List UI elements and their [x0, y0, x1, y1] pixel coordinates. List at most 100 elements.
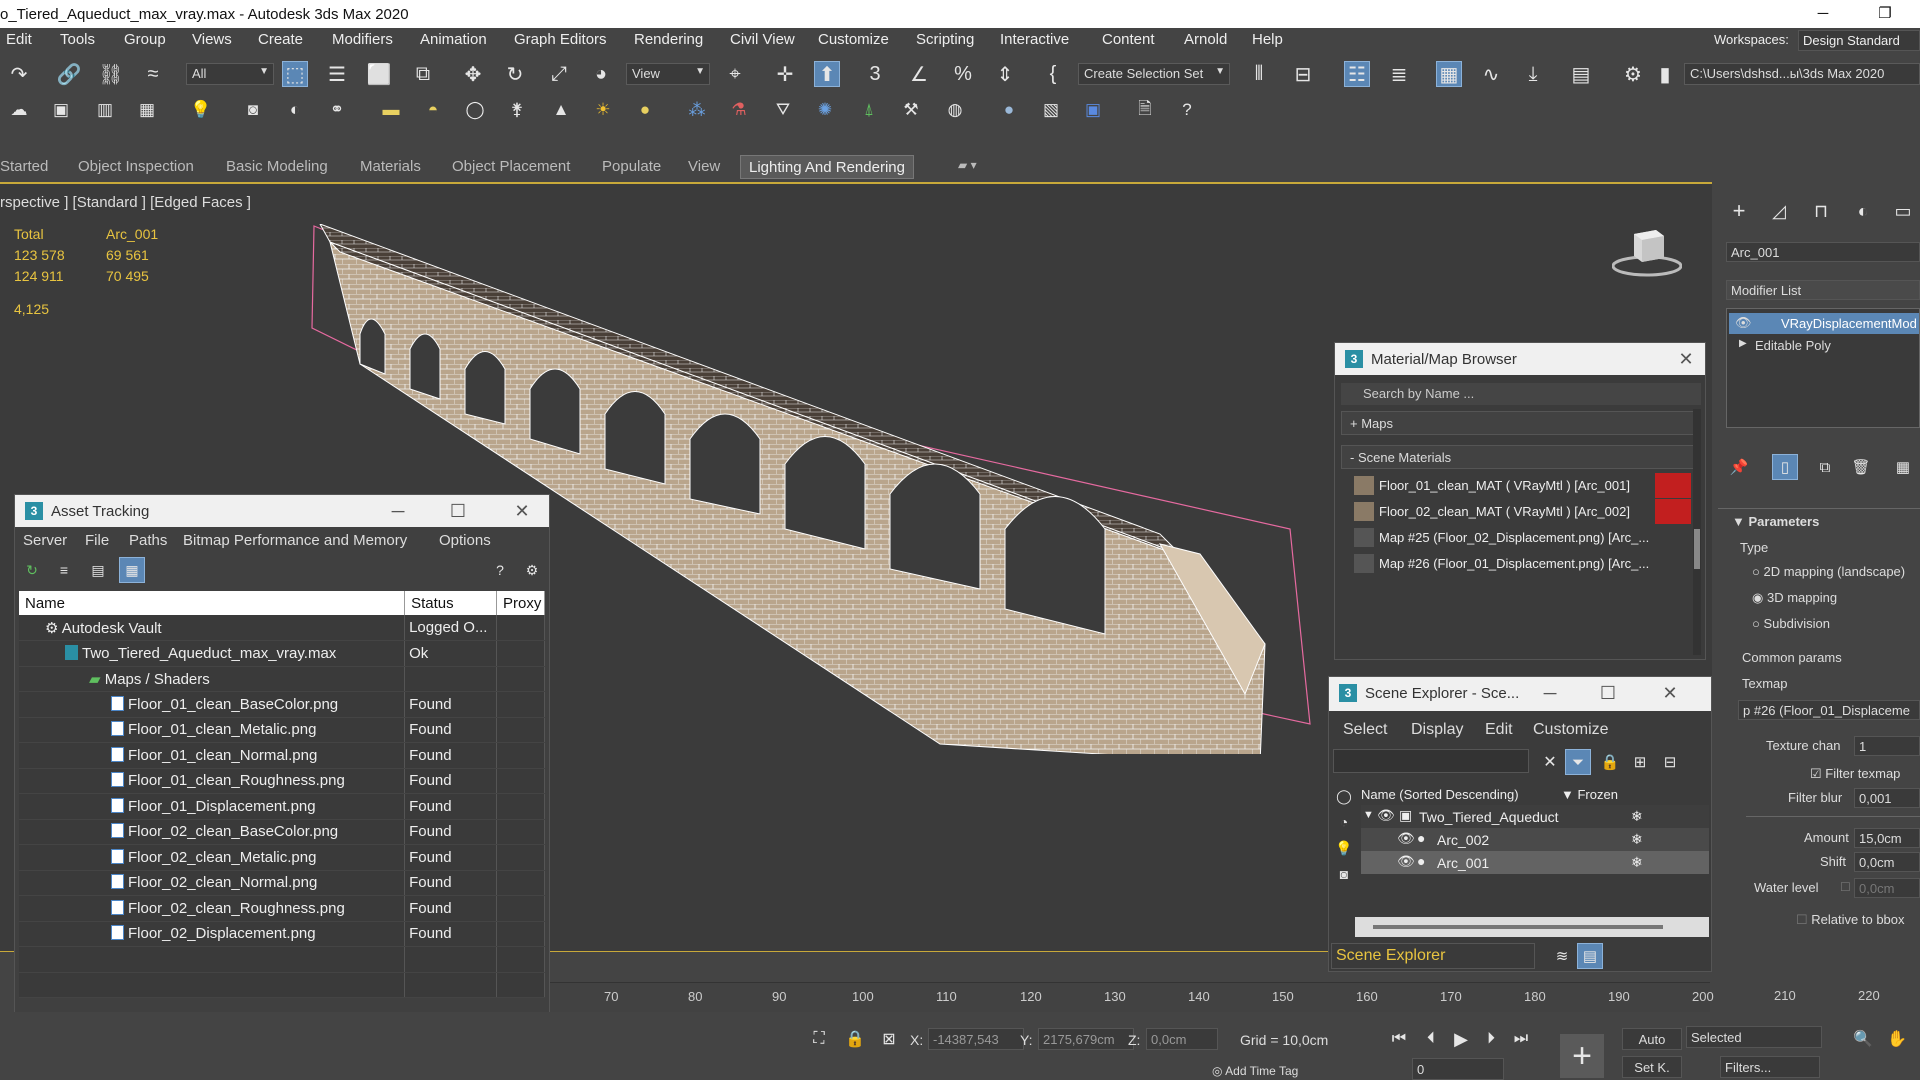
- list-item[interactable]: Floor_02_clean_MAT ( VRayMtl ) [Arc_002]: [1351, 499, 1691, 524]
- remove-modifier-icon[interactable]: 🗑: [1848, 454, 1874, 480]
- visibility-icon[interactable]: 👁: [1735, 315, 1752, 331]
- list-item[interactable]: Map #26 (Floor_01_Displacement.png) [Arc…: [1351, 551, 1691, 576]
- table-row[interactable]: Floor_02_clean_BaseColor.png Found: [19, 819, 545, 845]
- viewcube-icon[interactable]: [1612, 224, 1682, 279]
- tab-materials[interactable]: Materials: [360, 158, 421, 175]
- modify-tab-icon[interactable]: ◿: [1766, 198, 1792, 224]
- unlink-icon[interactable]: ⛓: [98, 61, 124, 87]
- next-frame-icon[interactable]: ⏵: [1478, 1026, 1504, 1052]
- filter-blur-input[interactable]: 0,001: [1854, 788, 1920, 808]
- clipper-icon[interactable]: ⚒: [898, 97, 924, 123]
- sphere-light-icon[interactable]: ◯: [462, 97, 488, 123]
- grid-icon[interactable]: ▦: [134, 97, 160, 123]
- tab-getting-started[interactable]: Started: [0, 158, 48, 175]
- render-frame-icon[interactable]: ▮: [1652, 61, 1678, 87]
- viewport-label[interactable]: rspective ] [Standard ] [Edged Faces ]: [0, 194, 251, 211]
- list-item[interactable]: Map #25 (Floor_02_Displacement.png) [Arc…: [1351, 525, 1691, 550]
- snaps-toggle-icon[interactable]: 3: [862, 61, 888, 87]
- scrollbar-thumb[interactable]: [1694, 529, 1700, 569]
- refresh-icon[interactable]: ↻: [19, 557, 45, 583]
- hierarchy-tab-icon[interactable]: ⊓: [1808, 198, 1834, 224]
- visibility-icon[interactable]: 👁: [1397, 830, 1415, 847]
- texmap-button[interactable]: p #26 (Floor_01_Displaceme: [1738, 700, 1920, 720]
- maximize-button[interactable]: ☐: [1597, 682, 1619, 704]
- radio-2d-mapping[interactable]: ○ 2D mapping (landscape): [1752, 564, 1905, 579]
- lock-icon[interactable]: 🔒: [1597, 749, 1623, 775]
- make-unique-icon[interactable]: ⧉: [1812, 454, 1838, 480]
- menu-file[interactable]: File: [85, 532, 109, 549]
- tree-item[interactable]: ▼ 👁 ▣ Two_Tiered_Aqueduct ❄: [1361, 805, 1709, 828]
- menu-animation[interactable]: Animation: [420, 31, 487, 48]
- go-to-end-icon[interactable]: ⏭: [1508, 1026, 1534, 1052]
- table-row[interactable]: Floor_02_clean_Roughness.png Found: [19, 895, 545, 922]
- previous-frame-icon[interactable]: ⏴: [1418, 1026, 1444, 1052]
- display-lights-icon[interactable]: 💡: [1331, 835, 1357, 861]
- scene-search-input[interactable]: [1333, 749, 1529, 773]
- menu-modifiers[interactable]: Modifiers: [332, 31, 393, 48]
- move-icon[interactable]: ✥: [460, 61, 486, 87]
- x-coordinate-field[interactable]: -14387,543: [928, 1028, 1024, 1050]
- table-view-icon[interactable]: ▦: [119, 557, 145, 583]
- tab-basic-modeling[interactable]: Basic Modeling: [226, 158, 328, 175]
- y-coordinate-field[interactable]: 2175,679cm: [1038, 1028, 1134, 1050]
- mirror-icon[interactable]: ⫴: [1246, 61, 1272, 87]
- add-time-tag-button[interactable]: ◎ Add Time Tag: [1212, 1064, 1298, 1078]
- display-cameras-icon[interactable]: ◙: [1331, 861, 1357, 887]
- maps-group[interactable]: + Maps: [1341, 411, 1695, 435]
- close-button[interactable]: ✕: [1675, 348, 1697, 370]
- select-by-name-icon[interactable]: ☰: [324, 61, 350, 87]
- rectangular-selection-icon[interactable]: ⬜: [366, 61, 392, 87]
- frozen-icon[interactable]: ❄: [1631, 808, 1643, 825]
- spinner-snap-icon[interactable]: ⇕: [992, 61, 1018, 87]
- menu-interactive[interactable]: Interactive: [1000, 31, 1069, 48]
- table-row[interactable]: ▰ Maps / Shaders: [19, 666, 545, 692]
- mesh-icon[interactable]: ◍: [942, 97, 968, 123]
- pivot-center-icon[interactable]: ⌖: [722, 61, 748, 87]
- camera-icon[interactable]: ◙: [240, 97, 266, 123]
- zoom-icon[interactable]: 🔍: [1850, 1026, 1876, 1052]
- filter-texmap-checkbox[interactable]: ☑ Filter texmap: [1810, 766, 1900, 782]
- frozen-icon[interactable]: ❄: [1631, 831, 1643, 848]
- percent-snap-icon[interactable]: %: [950, 61, 976, 87]
- set-key-button[interactable]: Set K.: [1622, 1056, 1682, 1078]
- curve-editor-icon[interactable]: ∿: [1478, 61, 1504, 87]
- radio-3d-mapping[interactable]: ◉ 3D mapping: [1752, 590, 1837, 606]
- isolate-selection-icon[interactable]: ⛶: [806, 1026, 832, 1052]
- column-frozen[interactable]: ▼ Frozen: [1561, 787, 1618, 802]
- amount-input[interactable]: 15,0cm: [1854, 828, 1920, 848]
- bind-space-warp-icon[interactable]: ≈: [140, 61, 166, 87]
- file-icon[interactable]: 🗎: [1132, 97, 1158, 123]
- material-sphere-icon[interactable]: ●: [996, 97, 1022, 123]
- clear-search-icon[interactable]: ✕: [1537, 749, 1563, 775]
- ies-light-icon[interactable]: ⚵: [504, 97, 530, 123]
- modifier-item-editable-poly[interactable]: ▶ Editable Poly: [1729, 335, 1919, 356]
- material-editor-icon[interactable]: ▤: [1568, 61, 1594, 87]
- column-name[interactable]: Name: [19, 591, 406, 615]
- scene-explorer-icon[interactable]: ☷: [1344, 61, 1370, 87]
- menu-group[interactable]: Group: [124, 31, 166, 48]
- reference-coordinate-dropdown[interactable]: View ▼: [626, 63, 710, 85]
- tab-object-inspection[interactable]: Object Inspection: [78, 158, 194, 175]
- project-path-field[interactable]: C:\Users\dshsd...ы\3ds Max 2020: [1684, 63, 1920, 85]
- redo-icon[interactable]: ↷: [6, 61, 32, 87]
- expand-icon[interactable]: ▶: [1739, 338, 1747, 349]
- current-frame-field[interactable]: 0: [1412, 1058, 1504, 1080]
- modifier-item-vraydisplacementmod[interactable]: 👁 VRayDisplacementMod: [1729, 313, 1919, 334]
- table-row[interactable]: Floor_01_clean_Roughness.png Found: [19, 768, 545, 794]
- tab-populate[interactable]: Populate: [602, 158, 661, 175]
- create-tab-icon[interactable]: +: [1726, 198, 1752, 224]
- link-icon[interactable]: 🔗: [56, 61, 82, 87]
- display-geometry-icon[interactable]: ◯: [1331, 783, 1357, 809]
- restore-button[interactable]: ❐: [1862, 0, 1908, 28]
- table-row[interactable]: Floor_01_clean_BaseColor.png Found: [19, 691, 545, 718]
- list-view-icon[interactable]: ≡: [51, 557, 77, 583]
- absolute-mode-icon[interactable]: ⊠: [876, 1026, 902, 1052]
- particles-icon[interactable]: ⚗: [726, 97, 752, 123]
- selection-filter-dropdown[interactable]: All ▼: [186, 63, 274, 85]
- select-object-icon[interactable]: ⬚: [282, 61, 308, 87]
- frame-buffer-icon[interactable]: ▣: [1080, 97, 1106, 123]
- menu-civil-view[interactable]: Civil View: [730, 31, 795, 48]
- menu-edit[interactable]: Edit: [1485, 721, 1513, 739]
- water-level-input[interactable]: 0,0cm: [1854, 878, 1920, 898]
- selection-lock-icon[interactable]: 🔒: [842, 1026, 868, 1052]
